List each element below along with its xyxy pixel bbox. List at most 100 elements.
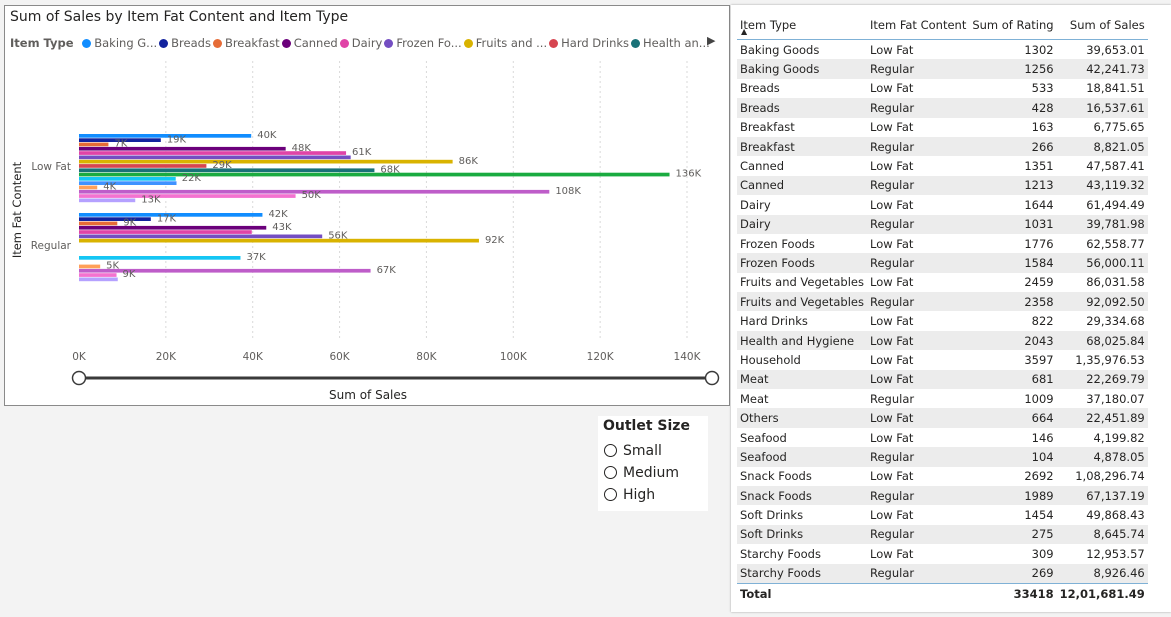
bar	[79, 164, 207, 168]
y-category-label: Low Fat	[31, 161, 71, 173]
x-tick-label: 60K	[329, 351, 350, 363]
table-row[interactable]: Others Low Fat 664 22,451.89	[737, 408, 1148, 428]
bar	[79, 277, 118, 282]
cell-sum-sales: 1,35,976.53	[1075, 352, 1145, 367]
table-row[interactable]: Seafood Regular 104 4,878.05	[737, 447, 1148, 467]
cell-fat-content: Regular	[866, 98, 970, 118]
slicer-option-medium[interactable]: Medium	[604, 465, 679, 481]
data-label: 67K	[377, 265, 397, 276]
cell-sum-rating: 1009	[1024, 391, 1054, 406]
table-row[interactable]: Baking Goods Regular 1256 42,241.73	[737, 59, 1148, 79]
range-slider-start-handle[interactable]	[71, 370, 87, 386]
table-row[interactable]: Meat Regular 1009 37,180.07	[737, 389, 1148, 408]
cell-sum-rating: 309	[1031, 546, 1054, 561]
table-row[interactable]: Canned Low Fat 1351 47,587.41	[737, 156, 1148, 175]
table-row[interactable]: Health and Hygiene Low Fat 2043 68,025.84	[737, 330, 1148, 351]
bar	[79, 155, 351, 160]
column-header-item-type[interactable]: Item Type	[737, 11, 867, 40]
table-row[interactable]: Dairy Regular 1031 39,781.98	[737, 214, 1148, 234]
table-visual[interactable]: Item Type Item Fat Content Sum of Rating…	[731, 5, 1171, 612]
table-row[interactable]: Starchy Foods Low Fat 309 12,953.57	[737, 544, 1148, 563]
table-row[interactable]: Breakfast Low Fat 163 6,775.65	[737, 118, 1148, 137]
table-row[interactable]: Baking Goods Low Fat 1302 39,653.01	[737, 40, 1148, 60]
cell-sum-sales: 47,587.41	[1086, 159, 1145, 174]
cell-item-type: Others	[737, 408, 867, 428]
table-header-row: Item Type Item Fat Content Sum of Rating…	[737, 11, 1148, 40]
x-tick-label: 80K	[416, 351, 437, 363]
cell-fat-content: Low Fat	[869, 352, 914, 367]
radio-icon[interactable]	[604, 444, 617, 457]
cell-sum-sales: 22,451.89	[1056, 408, 1148, 428]
cell-item-type: Frozen Foods	[740, 236, 815, 251]
table-row[interactable]: Dairy Low Fat 1644 61,494.49	[737, 195, 1148, 214]
x-tick-label: 120K	[587, 351, 615, 363]
cell-fat-content: Regular	[869, 391, 915, 406]
table-row[interactable]: Fruits and Vegetables Low Fat 2459 86,031.5…	[737, 273, 1148, 292]
cell-sum-sales: 29,334.68	[1086, 314, 1145, 329]
cell-item-type: Baking Goods	[740, 42, 820, 57]
cell-sum-rating: 1302	[1024, 42, 1054, 57]
table-row[interactable]: Breakfast Regular 266 8,821.05	[737, 136, 1148, 157]
table-row[interactable]: Canned Regular 1213 43,119.32	[737, 175, 1148, 196]
cell-sum-rating: 269	[969, 563, 1057, 584]
cell-item-type: Breads	[737, 98, 867, 118]
bar	[79, 151, 347, 155]
cell-sum-sales: 22,269.79	[1056, 369, 1148, 390]
range-slider-end-handle[interactable]	[704, 370, 720, 386]
total-sales: 12,01,681.49	[1056, 582, 1148, 604]
radio-icon[interactable]	[604, 488, 617, 501]
radio-icon[interactable]	[604, 466, 617, 479]
cell-item-type: Dairy	[737, 214, 867, 234]
slicer-option-high[interactable]: High	[604, 487, 655, 503]
table-row[interactable]: Fruits and Vegetables Regular 2358 92,092.5…	[737, 292, 1148, 312]
cell-fat-content: Low Fat	[869, 81, 914, 96]
column-header-fat-content[interactable]: Item Fat Content	[866, 11, 970, 40]
bar	[79, 217, 151, 221]
cell-fat-content: Low Fat	[869, 508, 914, 523]
column-header-sum-sales[interactable]: Sum of Sales	[1056, 11, 1148, 40]
column-header-sum-rating[interactable]: Sum of Rating	[969, 11, 1057, 40]
table-row[interactable]: Snack Foods Regular 1989 67,137.19	[737, 485, 1148, 506]
x-tick-label: 0K	[72, 351, 87, 363]
cell-sum-rating: 104	[969, 447, 1057, 467]
cell-item-type: Seafood	[740, 430, 787, 445]
bar	[79, 134, 252, 138]
table-row[interactable]: Household Low Fat 3597 1,35,976.53	[737, 350, 1148, 369]
table-row[interactable]: Breads Regular 428 16,537.61	[737, 98, 1148, 118]
cell-sum-rating: 1351	[1024, 159, 1054, 174]
cell-sum-sales: 39,781.98	[1056, 214, 1148, 234]
bar	[79, 256, 241, 260]
table-row[interactable]: Frozen Foods Regular 1584 56,000.11	[737, 253, 1148, 273]
cell-item-type: Baking Goods	[737, 59, 867, 79]
cell-sum-rating: 146	[1031, 430, 1054, 445]
table-row[interactable]: Breads Low Fat 533 18,841.51	[737, 79, 1148, 98]
slicer-option-label: High	[623, 487, 656, 503]
table-row[interactable]: Hard Drinks Low Fat 822 29,334.68	[737, 311, 1148, 330]
sort-ascending-icon[interactable]: ▲	[741, 27, 747, 36]
cell-sum-sales: 39,653.01	[1086, 42, 1145, 57]
table-row[interactable]: Soft Drinks Low Fat 1454 49,868.43	[737, 505, 1148, 524]
chart-visual[interactable]: Sum of Sales by Item Fat Content and Ite…	[4, 5, 730, 406]
table-row[interactable]: Meat Low Fat 681 22,269.79	[737, 369, 1148, 390]
table-row[interactable]: Soft Drinks Regular 275 8,645.74	[737, 524, 1148, 545]
cell-sum-sales: 86,031.58	[1086, 275, 1145, 290]
cell-item-type: Snack Foods	[740, 469, 812, 484]
cell-sum-sales: 6,775.65	[1093, 120, 1145, 135]
cell-sum-rating: 1213	[969, 175, 1057, 196]
cell-item-type: Canned	[740, 159, 785, 174]
table-row[interactable]: Snack Foods Low Fat 2692 1,08,296.74	[737, 467, 1148, 486]
cell-sum-rating: 1584	[969, 253, 1057, 273]
y-axis-title: Item Fat Content	[10, 161, 24, 258]
cell-fat-content: Low Fat	[869, 236, 914, 251]
slicer-option-label: Medium	[623, 465, 679, 481]
table-row[interactable]: Frozen Foods Low Fat 1776 62,558.77	[737, 234, 1148, 253]
data-label: 17K	[157, 213, 177, 224]
table-row[interactable]: Starchy Foods Regular 269 8,926.46	[737, 563, 1148, 584]
slicer-option-small[interactable]: Small	[604, 443, 662, 459]
cell-sum-rating: 266	[969, 136, 1057, 157]
cell-sum-sales: 8,645.74	[1056, 524, 1148, 545]
table-row[interactable]: Seafood Low Fat 146 4,199.82	[737, 428, 1148, 447]
cell-fat-content: Regular	[866, 563, 970, 584]
cell-sum-sales: 43,119.32	[1056, 175, 1148, 196]
cell-sum-rating: 533	[1031, 81, 1054, 96]
